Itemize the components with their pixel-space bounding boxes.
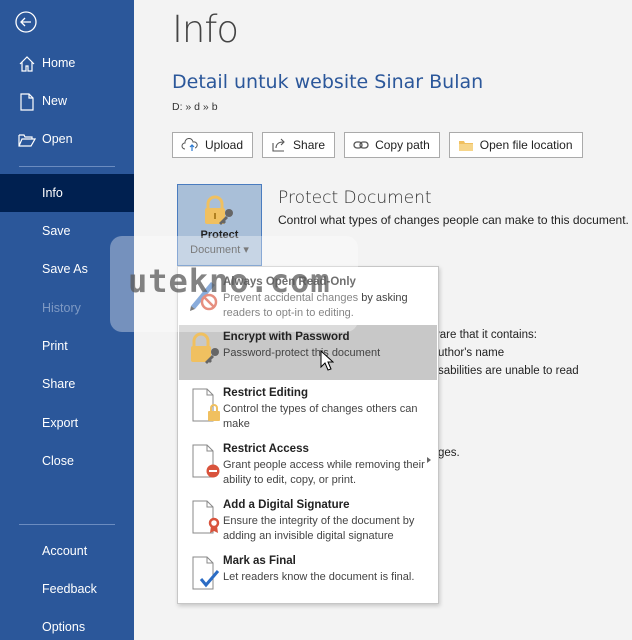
nav-feedback[interactable]: Feedback [0, 570, 134, 608]
back-button[interactable] [14, 10, 38, 34]
share-label: Share [293, 138, 326, 152]
submenu-arrow-icon [427, 457, 431, 463]
open-file-location-label: Open file location [479, 138, 573, 152]
copy-path-button[interactable]: Copy path [344, 132, 440, 158]
cloud-upload-icon [181, 138, 198, 151]
link-icon [353, 141, 369, 149]
inspect-text-fragment: sabilities are unable to read [438, 365, 579, 377]
folder-open-icon [18, 134, 36, 147]
versions-text-fragment: ges. [438, 447, 460, 459]
document-check-icon [192, 556, 220, 590]
nav-home-label: Home [42, 56, 76, 70]
share-button[interactable]: Share [262, 132, 336, 158]
menu-item-restrict-editing[interactable]: Restrict Editing Control the types of ch… [179, 381, 437, 437]
share-icon [272, 138, 285, 152]
menu-item-description: Control the types of changes others can … [223, 403, 418, 430]
sidebar-divider [19, 166, 115, 167]
upload-label: Upload [205, 138, 244, 152]
lock-key-icon [205, 195, 233, 225]
copy-path-label: Copy path [375, 138, 430, 152]
nav-share[interactable]: Share [0, 365, 134, 403]
nav-print-label: Print [42, 339, 68, 353]
nav-options[interactable]: Options [0, 608, 134, 640]
menu-item-title: Restrict Access [223, 443, 309, 455]
open-file-location-button[interactable]: Open file location [448, 132, 583, 158]
lock-key-icon [191, 332, 219, 364]
upload-button[interactable]: Upload [172, 132, 254, 158]
menu-item-title: Encrypt with Password [223, 331, 350, 343]
menu-item-encrypt-with-password[interactable]: Encrypt with Password Password-protect t… [179, 325, 437, 380]
document-path: D: » d » b [172, 101, 218, 113]
nav-open-label: Open [42, 132, 73, 146]
back-arrow-icon [15, 11, 37, 33]
menu-item-title: Restrict Editing [223, 387, 308, 399]
protect-heading: Protect Document [278, 188, 432, 208]
nav-options-label: Options [42, 620, 86, 634]
nav-share-label: Share [42, 377, 76, 391]
nav-account[interactable]: Account [0, 532, 134, 570]
file-actions: Upload Share Copy path Open file locatio… [172, 132, 583, 158]
nav-new[interactable]: New [0, 82, 134, 120]
nav-export-label: Export [42, 416, 79, 430]
nav-feedback-label: Feedback [42, 582, 97, 596]
menu-item-description: Ensure the integrity of the document by … [223, 515, 415, 542]
document-restricted-icon [192, 444, 220, 478]
document-lock-icon [192, 388, 220, 422]
menu-item-description: Let readers know the document is final. [223, 571, 415, 583]
menu-item-title: Add a Digital Signature [223, 499, 350, 511]
nav-account-label: Account [42, 544, 88, 558]
nav-open[interactable]: Open [0, 120, 134, 158]
menu-item-restrict-access[interactable]: Restrict Access Grant people access whil… [179, 437, 437, 493]
document-title: Detail untuk website Sinar Bulan [172, 71, 484, 93]
inspect-text-fragment: vare that it contains: [434, 329, 537, 341]
nav-save-as-label: Save As [42, 262, 88, 276]
menu-item-add-digital-signature[interactable]: Add a Digital Signature Ensure the integ… [179, 493, 437, 549]
mouse-cursor-icon [320, 350, 334, 371]
nav-home[interactable]: Home [0, 44, 134, 82]
nav-save-label: Save [42, 224, 71, 238]
sidebar-divider [19, 524, 115, 525]
nav-close[interactable]: Close [0, 442, 134, 480]
nav-info[interactable]: Info [0, 174, 134, 212]
home-icon [19, 56, 35, 72]
nav-export[interactable]: Export [0, 404, 134, 442]
menu-item-description: Grant people access while removing their… [223, 459, 425, 486]
menu-item-title: Mark as Final [223, 555, 296, 567]
nav-history-label: History [42, 301, 81, 315]
nav-new-label: New [42, 94, 68, 108]
menu-item-mark-as-final[interactable]: Mark as Final Let readers know the docum… [179, 549, 437, 605]
protect-description: Control what types of changes people can… [278, 213, 629, 227]
watermark-text: utekno.com [128, 262, 331, 300]
nav-close-label: Close [42, 454, 74, 468]
nav-info-label: Info [42, 186, 63, 200]
folder-icon [458, 140, 473, 151]
inspect-text-fragment: uthor's name [438, 347, 505, 359]
page-title: Info [172, 8, 239, 51]
nav-print[interactable]: Print [0, 327, 134, 365]
document-ribbon-icon [192, 500, 220, 534]
new-document-icon [20, 93, 34, 111]
